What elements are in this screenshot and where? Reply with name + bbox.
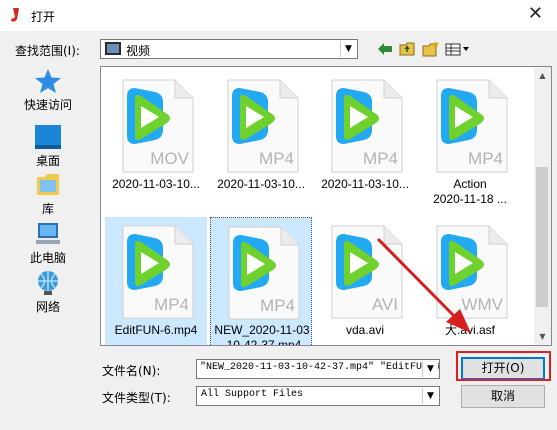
mp4-file-icon: MP4 [331,79,403,173]
file-ext-label: MP4 [260,296,295,315]
view-menu-icon[interactable] [444,39,474,59]
computer-icon [36,223,60,244]
file-item[interactable]: MP4 Action 2020-11-18 ... [419,71,521,206]
library-icon [37,174,59,195]
new-folder-icon[interactable] [421,39,441,59]
file-name: EditFUN-6.mp4 [114,323,198,337]
file-ext-label: MP4 [363,149,398,168]
place-desktop[interactable]: 桌面 [5,124,91,174]
star-icon [35,69,61,93]
file-ext-label: AVI [372,295,398,314]
mp4-file-icon: MP4 [436,79,508,173]
file-item[interactable]: WMV 大.avi.asf [419,217,521,345]
file-item[interactable]: MP4 2020-11-03-10... [314,71,416,201]
file-name: 2020-11-03-10... [217,177,305,191]
file-name-label: 文件名(N): [102,364,161,378]
file-ext-label: MP4 [259,149,294,168]
wmv-file-icon: WMV [436,225,508,319]
file-ext-label: MP4 [468,149,503,168]
highlight-box [456,351,551,381]
up-folder-icon[interactable] [398,39,418,59]
file-name: Action [453,177,487,191]
mp4-file-icon: MP4 [122,225,194,319]
file-item[interactable]: MOV 2020-11-03-10... [105,71,207,201]
close-icon[interactable]: ✕ [528,3,543,24]
vertical-scrollbar[interactable]: ▲ ▼ [534,67,551,345]
video-folder-icon [105,42,121,55]
file-name-value: "NEW_2020-11-03-10-42-37.mp4" "EditFUN-6… [200,362,439,373]
file-name: NEW_2020-11-03 [214,323,310,337]
file-ext-label: MP4 [154,295,189,314]
place-label: 此电脑 [29,251,66,265]
file-list-view[interactable]: MOV 2020-11-03-10... MP4 2020-11-03-10..… [100,66,552,346]
file-ext-layer: MOV [150,149,189,168]
scroll-thumb[interactable] [536,167,548,307]
mp4-file-icon: MP4 [228,226,300,320]
file-name-line2: -10-42-37.mp4 [222,338,302,346]
file-name: 大.avi.asf [444,323,496,337]
chevron-down-icon[interactable]: ▼ [422,361,438,377]
back-icon[interactable] [375,39,395,59]
place-label: 网络 [35,300,60,314]
file-item[interactable]: AVI vda.avi [314,217,416,345]
chevron-down-icon[interactable]: ▼ [422,388,438,404]
place-quick-access[interactable]: 快速访问 [5,68,91,118]
file-type-label: 文件类型(T): [102,391,171,405]
mp4-file-icon: MP4 [227,79,299,173]
file-name: 2020-11-03-10... [321,177,409,191]
file-item-selected[interactable]: MP4 EditFUN-6.mp4 [105,217,207,345]
scroll-up-icon[interactable]: ▲ [534,67,551,84]
title-bar: 打开 ✕ [0,0,557,31]
file-item[interactable]: MP4 2020-11-03-10... [210,71,312,201]
place-label: 桌面 [35,154,60,168]
chevron-down-icon[interactable]: ▼ [340,41,356,57]
place-library[interactable]: 库 [5,172,91,222]
file-type-value: All Support Files [201,389,304,400]
file-type-combo[interactable]: All Support Files ▼ [196,386,440,406]
look-in-label: 查找范围(I): [15,44,80,58]
look-in-combo[interactable]: 视频 ▼ [100,39,358,59]
file-name-line2: 2020-11-18 ... [433,192,507,206]
look-in-value: 视频 [126,44,151,58]
place-label: 快速访问 [23,98,72,112]
file-ext-label: MOV [150,149,189,168]
app-icon [11,8,19,22]
network-icon [38,271,58,295]
avi-file-icon: AVI [331,225,403,319]
place-label: 库 [41,202,54,216]
file-name: vda.avi [345,323,385,337]
file-item-focused[interactable]: MP4 NEW_2020-11-03 -10-42-37.mp4 [210,217,312,346]
desktop-icon [35,125,61,149]
cancel-button[interactable]: 取消 [461,385,545,408]
place-network[interactable]: 网络 [5,270,91,320]
place-this-pc[interactable]: 此电脑 [5,221,91,271]
window-title: 打开 [31,10,56,24]
scroll-down-icon[interactable]: ▼ [534,328,551,345]
file-name: 2020-11-03-10... [112,177,200,191]
file-name-combo[interactable]: "NEW_2020-11-03-10-42-37.mp4" "EditFUN-6… [196,359,440,379]
file-ext-label: WMV [461,295,503,314]
